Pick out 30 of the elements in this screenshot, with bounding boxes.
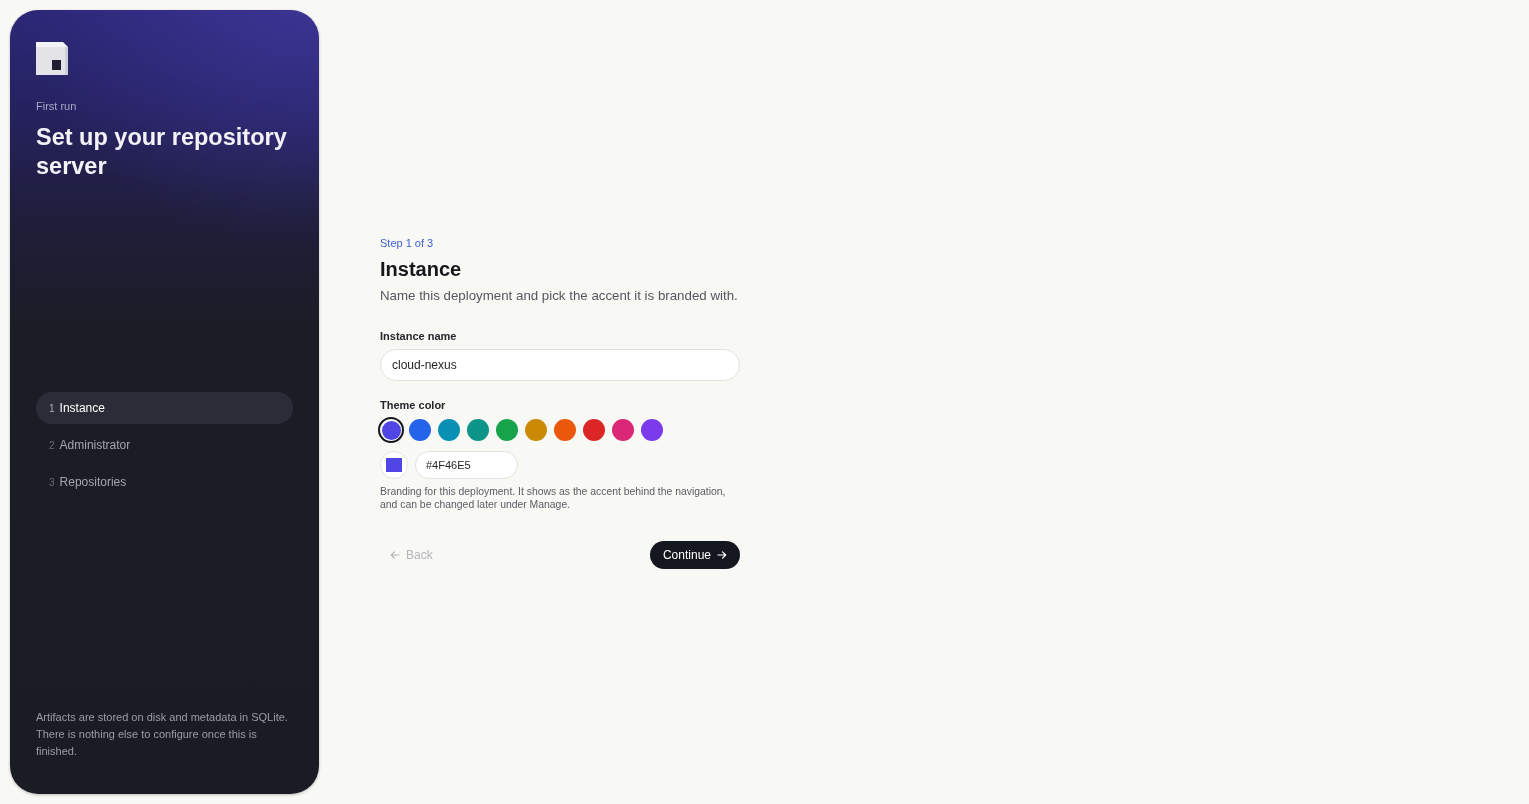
section-description: Name this deployment and pick the accent it is branded with. (380, 286, 739, 305)
section-heading: Instance (380, 256, 462, 282)
help-text: Branding for this deployment. It shows as the accent behind the navigation, and can be changed later under Manage. (380, 484, 726, 511)
color-swatch[interactable] (525, 418, 547, 441)
footnote-text: Artifacts are stored on disk and metadata in SQLite. There is nothing else to configure once this is finished. (36, 710, 289, 759)
color-swatch[interactable] (409, 418, 431, 441)
color-swatch[interactable] (378, 416, 404, 443)
color-swatch[interactable] (554, 418, 576, 441)
color-swatch[interactable] (496, 418, 518, 441)
arrow-right-icon (717, 549, 727, 560)
arrow-left-icon (390, 549, 400, 560)
eyebrow-text: First run (36, 99, 78, 113)
color-swatch[interactable] (467, 418, 489, 441)
color-swatch-icon (386, 457, 402, 472)
field-label: Instance name (380, 328, 457, 343)
step-item[interactable]: 3 Repositories (36, 466, 293, 498)
instance-name-field[interactable]: cloud-nexus (380, 348, 740, 381)
field-label: Theme color (380, 397, 446, 412)
color-swatch[interactable] (438, 418, 460, 441)
continue-button[interactable]: Continue (649, 540, 740, 569)
color-picker-button[interactable] (380, 450, 408, 479)
color-swatch[interactable] (641, 418, 663, 441)
color-swatch[interactable] (583, 418, 605, 441)
hex-color-field[interactable]: #4F46E5 (415, 450, 518, 479)
step-item[interactable]: 1 Instance (36, 392, 293, 424)
sidebar-title: Set up your repository server (36, 123, 288, 181)
step-indicator: Step 1 of 3 (380, 235, 434, 250)
logo-icon (36, 42, 68, 75)
step-item[interactable]: 2 Administrator (36, 429, 293, 461)
color-swatch[interactable] (612, 418, 634, 441)
